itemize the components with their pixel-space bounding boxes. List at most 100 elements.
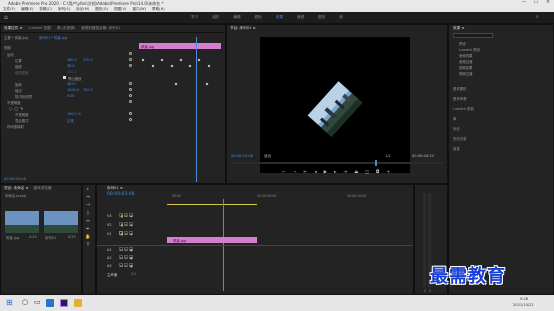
effect-controls-timecode[interactable]: 00:00:03:08 bbox=[4, 177, 26, 181]
sequence-thumbnail[interactable] bbox=[44, 211, 78, 233]
keyframe[interactable] bbox=[188, 64, 192, 68]
reset-icon[interactable] bbox=[129, 94, 132, 97]
track-v3-label[interactable]: V3 bbox=[107, 214, 111, 218]
keyframe[interactable] bbox=[160, 58, 164, 62]
reset-icon[interactable] bbox=[129, 58, 132, 61]
workspace-graphics[interactable]: 图形 bbox=[318, 15, 325, 20]
mark-in-icon[interactable]: ⌐ bbox=[282, 170, 286, 176]
step-back-icon[interactable]: ◂ bbox=[314, 170, 316, 176]
effects-title[interactable]: 效果 ≡ bbox=[453, 26, 464, 31]
go-to-out-icon[interactable]: ⇥ bbox=[343, 170, 347, 176]
reset-icon[interactable] bbox=[129, 82, 132, 85]
solo-icon[interactable]: S bbox=[124, 263, 128, 268]
workspace-learn[interactable]: 学习 bbox=[191, 15, 198, 20]
premiere-pro-icon[interactable] bbox=[60, 299, 68, 307]
scale-value[interactable]: 38.0 bbox=[67, 64, 75, 68]
mic-icon[interactable]: ● bbox=[129, 255, 133, 260]
fx-motion-label[interactable]: 运动 bbox=[7, 52, 14, 57]
workspace-editing[interactable]: 编辑 bbox=[233, 15, 240, 20]
lift-icon[interactable]: ⏏ bbox=[354, 170, 358, 176]
slip-tool-icon[interactable]: ↔ bbox=[85, 219, 91, 225]
program-timecode-left[interactable]: 00:00:03:08 bbox=[231, 154, 253, 158]
panel-history[interactable]: 历史记录 bbox=[453, 136, 467, 141]
sequence-label[interactable]: 序列01 bbox=[45, 235, 56, 240]
windows-start-icon[interactable]: ⊞ bbox=[6, 298, 13, 307]
effects-tree-presets[interactable]: 预设 bbox=[459, 41, 466, 46]
panel-libraries[interactable]: 库 bbox=[453, 116, 456, 121]
sync-lock-icon[interactable]: ⇆ bbox=[124, 213, 128, 218]
anchor-x-value[interactable]: 1000.0 bbox=[67, 88, 79, 92]
position-x-value[interactable]: 180.0 bbox=[67, 58, 77, 62]
panel-essential-graphics[interactable]: 基本图形 bbox=[453, 86, 467, 91]
mini-timeline-clip[interactable]: 风景.jpg bbox=[139, 43, 221, 49]
keyframe[interactable] bbox=[207, 64, 211, 68]
selection-tool-icon[interactable]: ▸ bbox=[85, 187, 91, 193]
menu-view[interactable]: 视图(V) bbox=[114, 7, 126, 12]
keyframe[interactable] bbox=[141, 58, 145, 62]
tab-source[interactable]: 源:(无剪辑) bbox=[57, 26, 75, 31]
track-a1-label[interactable]: A1 bbox=[107, 248, 111, 252]
effects-tree-video-effects[interactable]: 视频效果 bbox=[459, 65, 473, 70]
keyframe[interactable] bbox=[151, 64, 155, 68]
uniform-scale-checkbox[interactable] bbox=[63, 76, 66, 79]
blend-mode-select[interactable]: 正常 bbox=[67, 118, 74, 123]
mic-icon[interactable]: ● bbox=[129, 263, 133, 268]
mute-icon[interactable]: M bbox=[119, 255, 123, 260]
program-title[interactable]: 节目: 序列01 ≡ bbox=[230, 26, 255, 31]
eye-icon[interactable]: ◉ bbox=[129, 231, 133, 236]
opacity-value[interactable]: 100.0 % bbox=[67, 112, 81, 116]
solo-icon[interactable]: S bbox=[124, 255, 128, 260]
source-label[interactable]: 主要 * 风景.jpg bbox=[4, 35, 28, 40]
task-view-icon[interactable]: ▭ bbox=[34, 298, 41, 306]
keyframe[interactable] bbox=[174, 82, 178, 86]
lock-icon[interactable]: 🔒 bbox=[119, 231, 124, 236]
mute-icon[interactable]: M bbox=[119, 263, 123, 268]
effects-tree-audio-transitions[interactable]: 音频过渡 bbox=[459, 59, 473, 64]
effects-tree-lumetri[interactable]: Lumetri 预设 bbox=[459, 47, 480, 52]
effects-search-input[interactable] bbox=[453, 33, 493, 38]
eye-icon[interactable]: ◉ bbox=[129, 213, 133, 218]
menu-edit[interactable]: 编辑(E) bbox=[21, 7, 33, 12]
tab-effect-controls[interactable]: 效果控件 ≡ bbox=[4, 26, 23, 31]
mic-icon[interactable]: ● bbox=[129, 247, 133, 252]
tab-media-browser[interactable]: 媒体浏览器 bbox=[33, 186, 51, 191]
step-forward-icon[interactable]: ▸ bbox=[334, 170, 336, 176]
anchor-y-value[interactable]: 750.0 bbox=[83, 88, 93, 92]
menu-file[interactable]: 文件(F) bbox=[3, 7, 15, 12]
track-a3-label[interactable]: A3 bbox=[107, 264, 111, 268]
panel-markers[interactable]: 标记 bbox=[453, 126, 460, 131]
tab-lumetri-scopes[interactable]: Lumetri 范围 bbox=[29, 26, 51, 31]
anti-flicker-value[interactable]: 0.00 bbox=[67, 94, 75, 98]
menu-marker[interactable]: 标记(M) bbox=[76, 7, 89, 12]
position-y-value[interactable]: 270.0 bbox=[83, 58, 93, 62]
project-item-thumbnail[interactable] bbox=[5, 211, 39, 233]
keyframe[interactable] bbox=[170, 64, 174, 68]
home-icon[interactable]: ⌂ bbox=[4, 14, 8, 21]
track-v1-label[interactable]: V1 bbox=[107, 232, 111, 236]
sync-lock-icon[interactable]: ⇆ bbox=[124, 222, 128, 227]
mark-out-icon[interactable]: ¬ bbox=[293, 170, 297, 176]
sync-lock-icon[interactable]: ⇆ bbox=[124, 231, 128, 236]
type-tool-icon[interactable]: T bbox=[85, 243, 91, 249]
program-canvas[interactable] bbox=[260, 37, 410, 173]
time-remap-label[interactable]: 时间重映射 bbox=[7, 124, 24, 129]
panel-info[interactable]: 信息 bbox=[453, 146, 460, 151]
clip-selector[interactable]: 序列01 * 风景.jpg bbox=[39, 35, 67, 40]
search-icon[interactable]: ○ bbox=[22, 298, 28, 306]
effects-tree-audio-effects[interactable]: 音频效果 bbox=[459, 53, 473, 58]
pen-mask-icon[interactable]: ✎ bbox=[20, 106, 23, 111]
pen-tool-icon[interactable]: ✒ bbox=[85, 227, 91, 233]
lock-icon[interactable]: 🔒 bbox=[119, 213, 124, 218]
clock-date[interactable]: 2021/10/22 bbox=[513, 303, 534, 307]
workspace-audio[interactable]: 音频 bbox=[297, 15, 304, 20]
workspace-libraries[interactable]: 库 bbox=[339, 15, 343, 20]
program-scrubber[interactable] bbox=[231, 160, 443, 166]
keyframe[interactable] bbox=[197, 58, 201, 62]
track-select-icon[interactable]: ⇒ bbox=[85, 195, 91, 201]
ellipse-mask-icon[interactable]: ○ bbox=[9, 106, 13, 111]
workspace-effects[interactable]: 效果 bbox=[276, 15, 283, 20]
master-volume-value[interactable]: 0.0 bbox=[131, 272, 136, 276]
panel-lumetri-color[interactable]: Lumetri 颜色 bbox=[453, 106, 474, 111]
program-playhead[interactable] bbox=[375, 160, 378, 166]
edge-browser-icon[interactable] bbox=[46, 299, 54, 307]
